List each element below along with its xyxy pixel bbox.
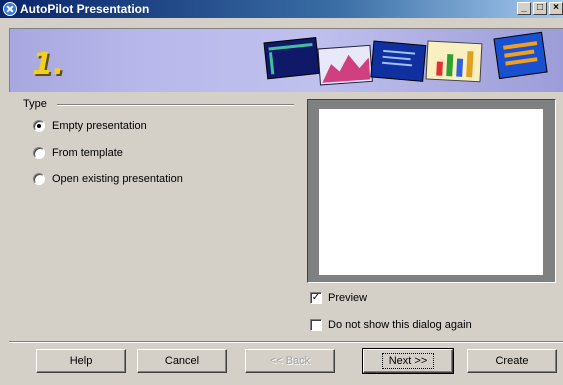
type-group-label: Type	[23, 98, 47, 110]
radio-button-open-existing[interactable]	[33, 173, 45, 185]
button-divider	[9, 341, 563, 343]
create-button[interactable]: Create	[467, 349, 557, 373]
app-icon	[3, 2, 17, 16]
radio-button-empty[interactable]	[33, 120, 45, 132]
preview-frame	[307, 99, 556, 283]
list-thumbnail-icon	[370, 40, 427, 82]
preview-area	[319, 109, 543, 275]
cancel-button[interactable]: Cancel	[137, 349, 227, 373]
radio-button-template[interactable]	[33, 147, 45, 159]
chart-thumbnail-icon	[317, 44, 373, 86]
radio-label-open-existing: Open existing presentation	[52, 173, 183, 185]
help-button[interactable]: Help	[36, 349, 126, 373]
back-button[interactable]: << Back	[245, 349, 335, 373]
slide-thumbnail-icon	[263, 37, 321, 80]
title-bar[interactable]: AutoPilot Presentation _ □ ×	[0, 0, 563, 18]
window-controls: _ □ ×	[517, 2, 563, 15]
radio-label-empty: Empty presentation	[52, 120, 147, 132]
orange-thumbnail-icon	[493, 31, 548, 80]
bar-chart-thumbnail-icon	[425, 40, 483, 83]
wizard-banner: 1.	[9, 28, 563, 92]
type-group-divider	[57, 104, 294, 106]
preview-checkbox-row[interactable]: ✓ Preview	[310, 292, 367, 304]
next-button[interactable]: Next >>	[362, 348, 454, 374]
preview-checkbox[interactable]: ✓	[310, 292, 322, 304]
minimize-button[interactable]: _	[517, 2, 531, 15]
radio-open-existing[interactable]: Open existing presentation	[33, 173, 183, 185]
dont-show-checkbox-label: Do not show this dialog again	[328, 319, 472, 331]
radio-from-template[interactable]: From template	[33, 147, 123, 159]
next-button-label: Next >>	[381, 353, 435, 369]
close-button[interactable]: ×	[549, 2, 563, 15]
dont-show-checkbox-row[interactable]: Do not show this dialog again	[310, 319, 472, 331]
preview-checkbox-label: Preview	[328, 292, 368, 304]
radio-empty-presentation[interactable]: Empty presentation	[33, 120, 147, 132]
radio-label-template: From template	[52, 147, 123, 159]
maximize-button[interactable]: □	[533, 2, 547, 15]
window-title: AutoPilot Presentation	[20, 2, 150, 16]
slide-thumbnails-graphic	[263, 31, 548, 86]
dont-show-checkbox[interactable]	[310, 319, 322, 331]
